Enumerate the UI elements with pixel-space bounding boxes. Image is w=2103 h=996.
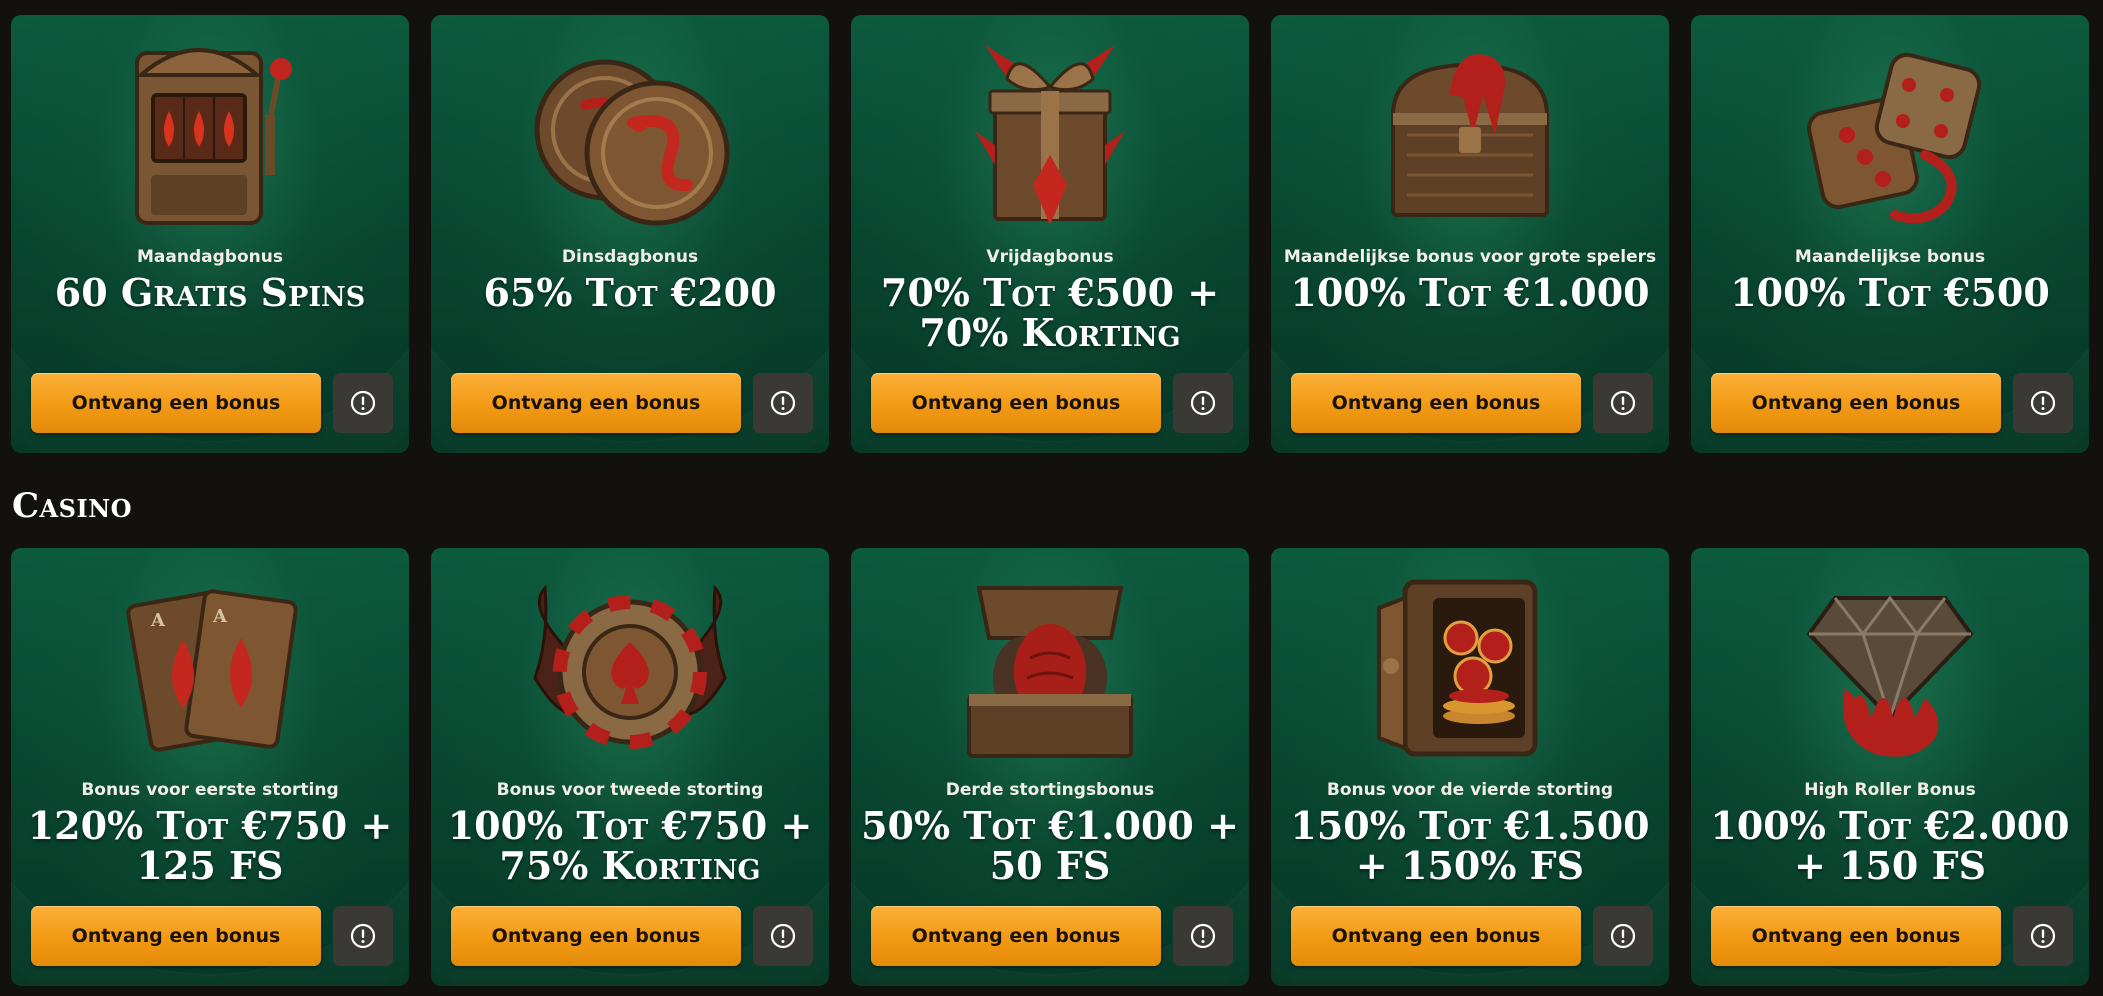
- bonus-card-second-deposit: Bonus voor tweede storting 100% Tot €750…: [431, 548, 829, 986]
- card-title: 65% Tot €200: [483, 270, 777, 315]
- claim-bonus-button[interactable]: Ontvang een bonus: [871, 373, 1161, 433]
- claim-bonus-button[interactable]: Ontvang een bonus: [1291, 373, 1581, 433]
- safe-coins-icon: [1377, 579, 1538, 757]
- card-subtitle: High Roller Bonus: [1804, 780, 1976, 800]
- bonus-card-first-deposit: A A Bonus voor eerste storting 120% Tot …: [11, 548, 409, 986]
- dragon-coins-icon: [534, 59, 730, 226]
- svg-text:A: A: [212, 606, 228, 627]
- card-subtitle: Maandagbonus: [137, 247, 283, 267]
- info-button[interactable]: [2013, 373, 2073, 433]
- bonus-card-high-roller: High Roller Bonus 100% Tot €2.000 + 150 …: [1691, 548, 2089, 986]
- info-icon: [1610, 390, 1636, 416]
- claim-bonus-button[interactable]: Ontvang een bonus: [1291, 906, 1581, 966]
- dragon-eggs-chest-icon: [967, 586, 1133, 758]
- winged-poker-chip-icon: [533, 584, 727, 749]
- card-title: 70% Tot €500 + 70% Korting: [880, 270, 1220, 355]
- diamond-claw-icon: [1806, 595, 1974, 757]
- card-subtitle: Maandelijkse bonus voor grote spelers: [1283, 247, 1657, 267]
- claim-bonus-button[interactable]: Ontvang een bonus: [871, 906, 1161, 966]
- claim-bonus-button[interactable]: Ontvang een bonus: [451, 906, 741, 966]
- bonus-card-tuesday: Dinsdagbonus 65% Tot €200 Ontvang een bo…: [431, 15, 829, 453]
- info-icon: [1190, 390, 1216, 416]
- info-icon: [770, 923, 796, 949]
- treasure-chest-claw-icon: [1390, 54, 1550, 217]
- card-subtitle: Derde stortingsbonus: [945, 780, 1155, 800]
- card-title: 60 Gratis Spins: [54, 270, 366, 315]
- info-icon: [2030, 923, 2056, 949]
- card-subtitle: Bonus voor tweede storting: [496, 780, 764, 800]
- bonus-card-fourth-deposit: Bonus voor de vierde storting 150% Tot €…: [1271, 548, 1669, 986]
- info-button[interactable]: [333, 906, 393, 966]
- claim-bonus-button[interactable]: Ontvang een bonus: [31, 906, 321, 966]
- card-title: 100% Tot €2.000 + 150 FS: [1710, 803, 2070, 888]
- info-icon: [2030, 390, 2056, 416]
- gift-box-icon: [975, 45, 1125, 225]
- card-subtitle: Dinsdagbonus: [561, 247, 699, 267]
- info-button[interactable]: [753, 906, 813, 966]
- slot-machine-icon: [135, 48, 292, 225]
- weekly-bonus-row: Maandagbonus 60 Gratis Spins Ontvang een…: [11, 15, 2089, 453]
- casino-bonus-row: A A Bonus voor eerste storting 120% Tot …: [11, 548, 2089, 986]
- bonus-card-high-roller-monthly: Maandelijkse bonus voor grote spelers 10…: [1271, 15, 1669, 453]
- info-button[interactable]: [1173, 373, 1233, 433]
- info-button[interactable]: [2013, 906, 2073, 966]
- card-subtitle: Vrijdagbonus: [986, 247, 1114, 267]
- card-title: 100% Tot €750 + 75% Korting: [447, 803, 813, 888]
- svg-text:A: A: [150, 610, 166, 631]
- claim-bonus-button[interactable]: Ontvang een bonus: [31, 373, 321, 433]
- info-icon: [770, 390, 796, 416]
- card-title: 50% Tot €1.000 + 50 FS: [861, 803, 1239, 888]
- playing-cards-icon: A A: [126, 589, 298, 752]
- info-icon: [1190, 923, 1216, 949]
- bonus-card-third-deposit: Derde stortingsbonus 50% Tot €1.000 + 50…: [851, 548, 1249, 986]
- card-subtitle: Maandelijkse bonus: [1794, 247, 1986, 267]
- info-button[interactable]: [1593, 906, 1653, 966]
- info-button[interactable]: [333, 373, 393, 433]
- card-title: 100% Tot €500: [1730, 270, 2050, 315]
- dice-icon: [1807, 52, 1982, 224]
- info-button[interactable]: [1173, 906, 1233, 966]
- info-icon: [1610, 923, 1636, 949]
- bonus-card-friday: Vrijdagbonus 70% Tot €500 + 70% Korting …: [851, 15, 1249, 453]
- bonus-card-monthly: Maandelijkse bonus 100% Tot €500 Ontvang…: [1691, 15, 2089, 453]
- bonus-card-monday: Maandagbonus 60 Gratis Spins Ontvang een…: [11, 15, 409, 453]
- card-title: 100% Tot €1.000: [1290, 270, 1650, 315]
- info-icon: [350, 923, 376, 949]
- claim-bonus-button[interactable]: Ontvang een bonus: [1711, 906, 2001, 966]
- info-button[interactable]: [753, 373, 813, 433]
- card-subtitle: Bonus voor eerste storting: [81, 780, 339, 800]
- section-title-casino: Casino: [12, 486, 133, 526]
- claim-bonus-button[interactable]: Ontvang een bonus: [1711, 373, 2001, 433]
- info-button[interactable]: [1593, 373, 1653, 433]
- card-title: 120% Tot €750 + 125 FS: [27, 803, 393, 888]
- card-title: 150% Tot €1.500 + 150% FS: [1290, 803, 1650, 888]
- card-subtitle: Bonus voor de vierde storting: [1326, 780, 1614, 800]
- info-icon: [350, 390, 376, 416]
- claim-bonus-button[interactable]: Ontvang een bonus: [451, 373, 741, 433]
